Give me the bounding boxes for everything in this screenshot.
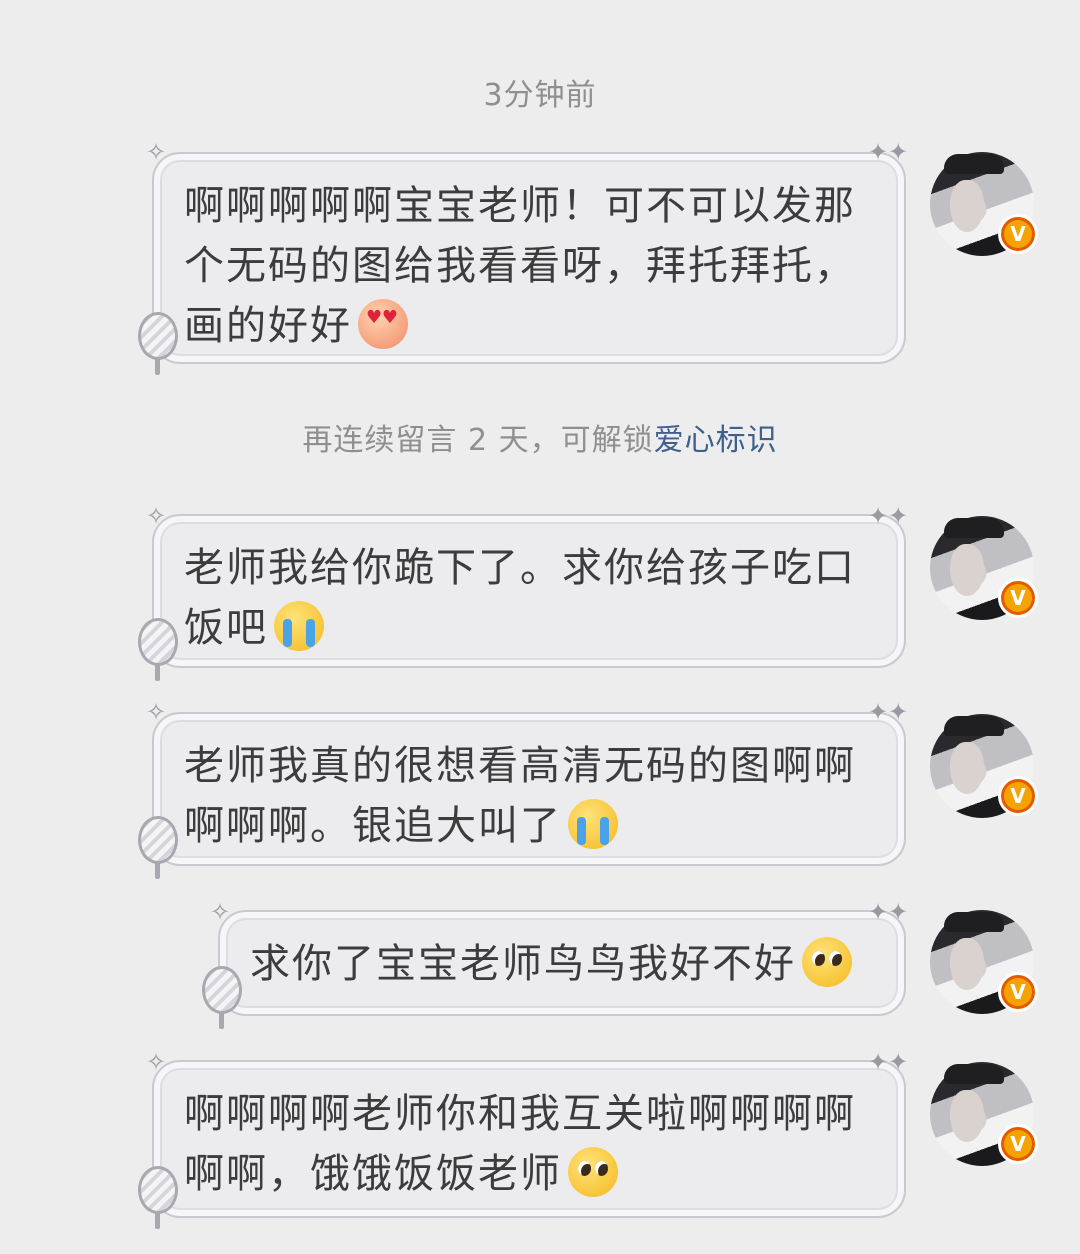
- mirror-icon: [138, 816, 178, 879]
- timestamp: 3分钟前: [483, 78, 597, 113]
- butterfly-icon: ✧: [210, 898, 231, 926]
- avatar-cap-shape: [944, 1064, 1004, 1084]
- avatar-face-shape: [950, 938, 984, 990]
- avatar-cap-shape: [944, 912, 1004, 932]
- avatar-face-shape: [950, 1090, 984, 1142]
- avatar[interactable]: V: [930, 1062, 1038, 1166]
- sparkle-icon: ✦✦: [868, 698, 909, 726]
- message-bubble[interactable]: 老师我给你跪下了。求你给孩子吃口饭吧: [152, 514, 906, 668]
- verified-badge-icon: V: [998, 776, 1038, 816]
- sparkle-icon: ✦✦: [868, 898, 909, 926]
- avatar-cap-shape: [944, 518, 1004, 538]
- message-bubble[interactable]: 老师我真的很想看高清无码的图啊啊啊啊啊。银追大叫了: [152, 712, 906, 866]
- avatar-face-shape: [950, 544, 984, 596]
- message-bubble[interactable]: 啊啊啊啊老师你和我互关啦啊啊啊啊啊啊，饿饿饭饭老师: [152, 1060, 906, 1218]
- message-text: 求你了宝宝老师鸟鸟我好不好: [250, 941, 796, 987]
- avatar[interactable]: V: [930, 152, 1038, 256]
- unlock-hint-text: 再连续留言 2 天，可解锁: [302, 423, 654, 458]
- message-bubble[interactable]: 啊啊啊啊啊宝宝老师！可不可以发那个无码的图给我看看呀，拜托拜托，画的好好: [152, 152, 906, 364]
- avatar[interactable]: V: [930, 516, 1038, 620]
- avatar-cap-shape: [944, 716, 1004, 736]
- pleading-face-emoji-icon: [568, 1147, 618, 1197]
- message-bubble[interactable]: 求你了宝宝老师鸟鸟我好不好: [218, 910, 906, 1016]
- verified-badge-icon: V: [998, 214, 1038, 254]
- butterfly-icon: ✧: [146, 698, 167, 726]
- heart-badge-link[interactable]: 爱心标识: [654, 423, 778, 458]
- sparkle-icon: ✦✦: [868, 1048, 909, 1076]
- verified-badge-icon: V: [998, 1124, 1038, 1164]
- unlock-hint: 再连续留言 2 天，可解锁爱心标识: [0, 415, 1080, 459]
- avatar-cap-shape: [944, 154, 1004, 174]
- avatar-face-shape: [950, 180, 984, 232]
- sparkle-icon: ✦✦: [868, 138, 909, 166]
- mirror-icon: [138, 618, 178, 681]
- butterfly-icon: ✧: [146, 138, 167, 166]
- verified-badge-icon: V: [998, 972, 1038, 1012]
- butterfly-icon: ✧: [146, 1048, 167, 1076]
- mirror-icon: [202, 966, 242, 1029]
- verified-badge-icon: V: [998, 578, 1038, 618]
- pleading-face-emoji-icon: [802, 937, 852, 987]
- avatar[interactable]: V: [930, 714, 1038, 818]
- avatar[interactable]: V: [930, 910, 1038, 1014]
- sparkle-icon: ✦✦: [868, 502, 909, 530]
- mirror-icon: [138, 1166, 178, 1229]
- crying-face-emoji-icon: [568, 799, 618, 849]
- avatar-face-shape: [950, 742, 984, 794]
- crying-face-emoji-icon: [274, 601, 324, 651]
- butterfly-icon: ✧: [146, 502, 167, 530]
- message-text: 啊啊啊啊老师你和我互关啦啊啊啊啊啊啊，饿饿饭饭老师: [184, 1091, 856, 1197]
- message-text: 老师我真的很想看高清无码的图啊啊啊啊啊。银追大叫了: [184, 743, 856, 849]
- message-text: 啊啊啊啊啊宝宝老师！可不可以发那个无码的图给我看看呀，拜托拜托，画的好好: [184, 183, 856, 349]
- mirror-icon: [138, 312, 178, 375]
- heart-eyes-emoji-icon: [358, 299, 408, 349]
